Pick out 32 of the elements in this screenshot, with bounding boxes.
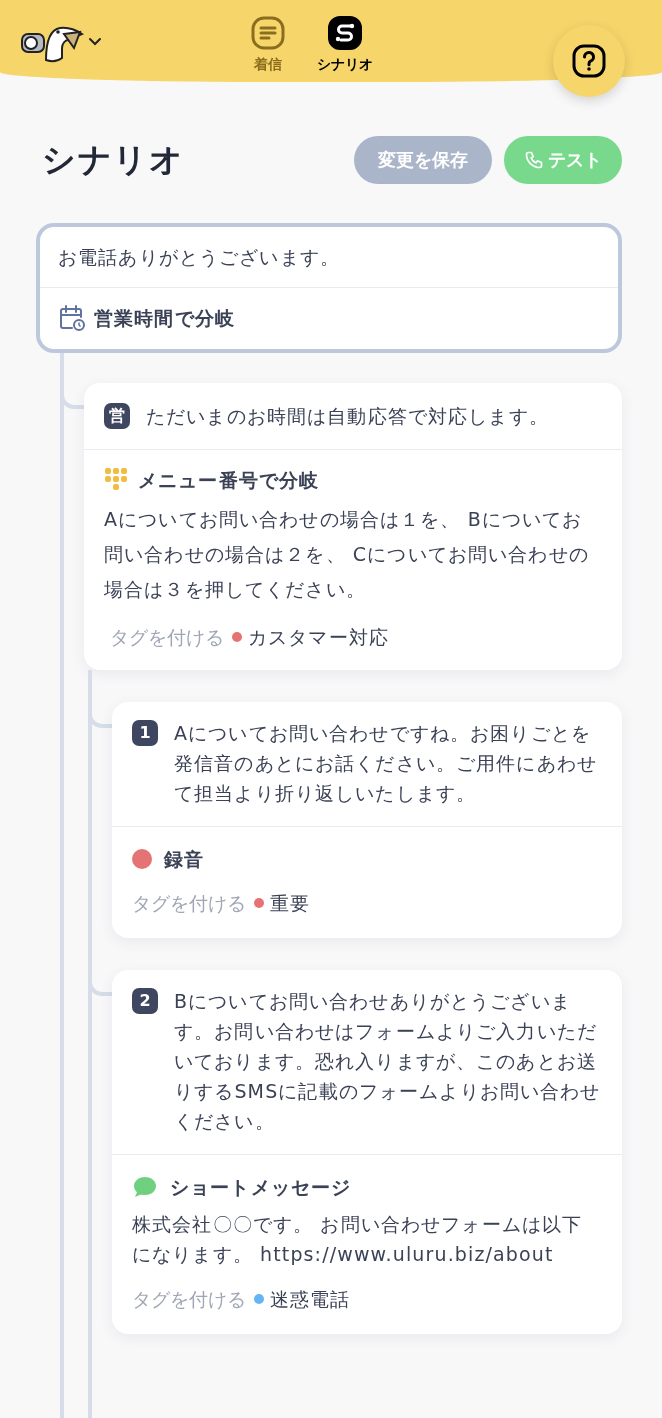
number-badge: 2 <box>132 987 158 1014</box>
nav-tab[interactable]: 着信 <box>251 16 285 75</box>
speech-bubble-icon <box>132 1174 158 1199</box>
list-icon <box>251 16 285 50</box>
greeting-text: お電話ありがとうございます。 <box>57 244 341 270</box>
tag-label: カスタマー対応 <box>248 625 389 650</box>
menu-text: Aについてお問い合わせの場合は１を、 Bについてお問い合わせの場合は２を、 Cについてお問い合わせの場合は３を押してください。 <box>104 507 590 602</box>
phone-icon <box>524 149 544 170</box>
calendar-clock-icon <box>58 304 86 333</box>
help-icon <box>572 44 606 78</box>
branch-label: 営業時間で分岐 <box>94 306 235 331</box>
test-button[interactable]: テスト <box>504 135 622 184</box>
menu-branch-label: メニュー番号で分岐 <box>138 467 320 493</box>
action-title: ショートメッセージ <box>170 1174 352 1200</box>
option-message: Bについてお問い合わせありがとうございます。お問い合わせはフォームよりご入力いただいております。恐れ入りますが、このあとお送りするSMSに記載のフォームよりお問い合わせください。 <box>174 988 602 1134</box>
page-title: シナリオ <box>42 139 185 181</box>
number-badge: 営 <box>104 402 130 429</box>
response-text: ただいまのお時間は自動応答で対応します。 <box>146 403 549 429</box>
tag-label: 重要 <box>270 891 311 916</box>
tag-label: 迷惑電話 <box>270 1287 351 1312</box>
option-message: Aについてお問い合わせですね。お困りごとを発信音のあとにお話ください。ご用件にあわせて担当より折り返しいたします。 <box>174 720 598 806</box>
nav-tab[interactable]: シナリオ <box>317 16 373 75</box>
add-tag-link[interactable]: タグを付ける <box>132 889 246 918</box>
add-tag-link[interactable]: タグを付ける <box>132 1285 246 1314</box>
scenario-icon <box>328 16 362 50</box>
keypad-icon <box>104 466 130 493</box>
sms-text: 株式会社〇〇です。 お問い合わせフォームは以下になります。 https://www.uluru.biz/about <box>132 1212 584 1267</box>
number-badge: 1 <box>132 719 158 746</box>
record-icon <box>132 848 152 869</box>
chevron-down-icon[interactable] <box>88 37 102 47</box>
add-tag-link[interactable]: タグを付ける <box>110 623 224 652</box>
action-title: 録音 <box>164 846 205 872</box>
